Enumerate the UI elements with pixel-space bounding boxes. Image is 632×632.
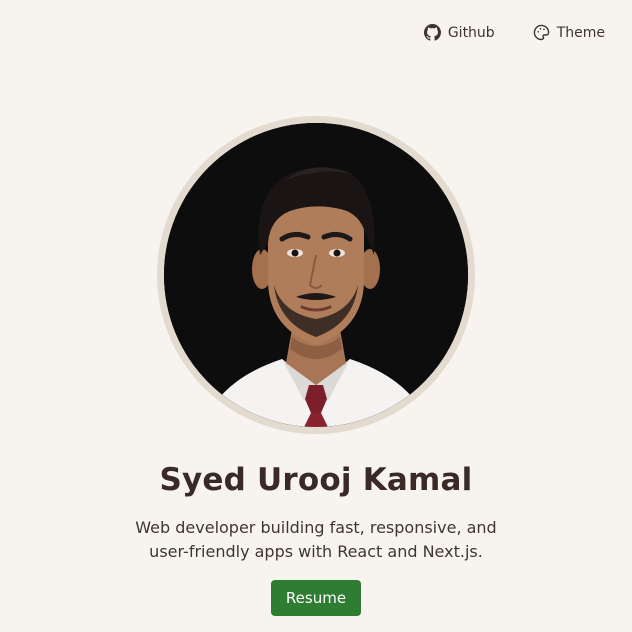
bio-line: user-friendly apps with React and Next.j… [149,542,483,561]
github-link[interactable]: Github [423,24,495,41]
palette-icon [533,24,550,41]
profile-name: Syed Urooj Kamal [159,462,473,498]
avatar-ring [157,116,475,434]
page: Github Theme Syed Urooj Kamal Web develo… [0,0,632,632]
theme-label: Theme [556,24,605,41]
profile-bio: Web developer building fast, responsive,… [0,516,632,564]
top-nav: Github Theme [423,24,605,41]
resume-button[interactable]: Resume [271,580,361,616]
github-label: Github [447,24,495,41]
github-icon [423,24,441,41]
theme-toggle[interactable]: Theme [533,24,605,41]
avatar [164,123,468,427]
bio-line: Web developer building fast, responsive,… [135,518,497,537]
